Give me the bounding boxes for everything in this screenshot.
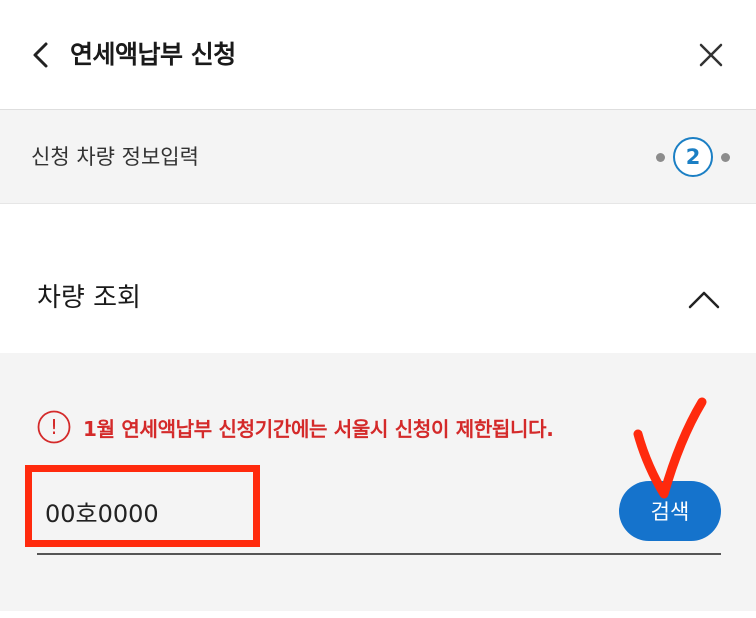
step-dot-next (721, 152, 730, 162)
notice-text: 1월 연세액납부 신청기간에는 서울시 신청이 제한됩니다. (83, 416, 554, 441)
step-indicator: 2 (656, 137, 730, 177)
bottom-strip (0, 611, 756, 618)
chevron-up-icon (688, 291, 720, 309)
vehicle-search-panel: ! 1월 연세액납부 신청기간에는 서울시 신청이 제한됩니다. 검색 (0, 353, 756, 611)
search-button[interactable]: 검색 (619, 481, 721, 541)
close-icon (699, 43, 723, 67)
step-label: 신청 차량 정보입력 (31, 145, 199, 169)
vehicle-number-input[interactable] (37, 483, 457, 539)
step-current: 2 (673, 137, 713, 177)
vehicle-input-row: 검색 (37, 471, 721, 555)
exclamation-icon: ! (37, 410, 71, 444)
notice-message: ! 1월 연세액납부 신청기간에는 서울시 신청이 제한됩니다. (37, 408, 554, 446)
close-button[interactable] (692, 36, 730, 74)
back-arrow-icon (33, 42, 48, 68)
section-title: 차량 조회 (37, 283, 141, 313)
app-header: 연세액납부 신청 (0, 0, 756, 110)
step-bar: 신청 차량 정보입력 2 (0, 110, 756, 204)
vehicle-search-section-header[interactable]: 차량 조회 (0, 204, 756, 353)
step-dot-previous (656, 152, 665, 162)
back-button[interactable] (26, 34, 60, 76)
exclamation-icon-text: ! (50, 415, 58, 439)
collapse-button[interactable] (684, 282, 724, 318)
page-title: 연세액납부 신청 (70, 40, 236, 69)
